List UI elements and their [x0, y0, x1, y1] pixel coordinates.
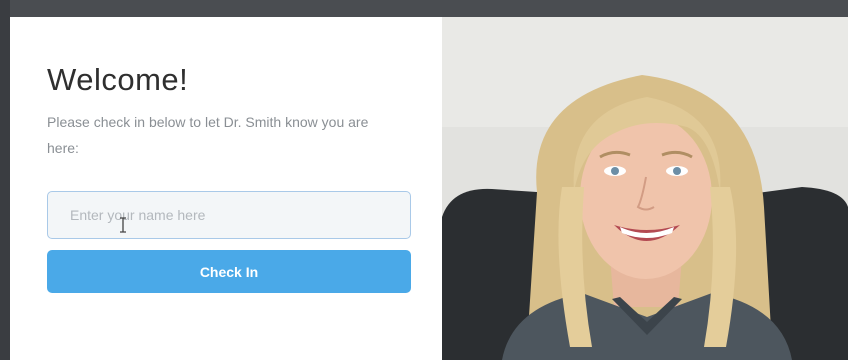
welcome-title: Welcome!: [47, 62, 189, 97]
checkin-panel: Welcome! Please check in below to let Dr…: [10, 17, 442, 360]
checkin-modal: Welcome! Please check in below to let Dr…: [10, 17, 848, 360]
backdrop-top: [0, 0, 848, 18]
name-input[interactable]: [47, 191, 411, 239]
video-panel: [442, 17, 848, 360]
check-in-button[interactable]: Check In: [47, 250, 411, 293]
backdrop-left: [0, 0, 10, 360]
person-video-image: [442, 17, 848, 360]
welcome-subtitle: Please check in below to let Dr. Smith k…: [47, 114, 369, 156]
name-input-wrapper: [47, 191, 411, 239]
